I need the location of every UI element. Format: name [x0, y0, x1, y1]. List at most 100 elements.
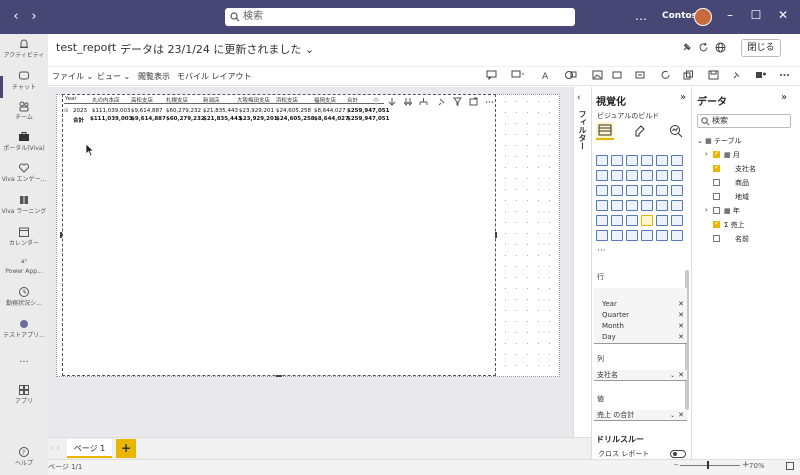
field-checkbox[interactable]: [713, 235, 720, 242]
narrative-visual-icon[interactable]: [641, 230, 653, 241]
treemap-visual-icon[interactable]: [671, 185, 683, 196]
resize-handle-right[interactable]: [495, 232, 497, 238]
file-menu[interactable]: ファイル ⌄: [52, 71, 93, 82]
tab-scroll-left-icon[interactable]: ‹: [50, 444, 53, 452]
more-visuals-icon[interactable]: ···: [597, 246, 606, 256]
field-item[interactable]: ▦ 月: [724, 150, 740, 160]
rail-item-teams[interactable]: チーム: [0, 100, 48, 122]
refresh-status-dropdown[interactable]: データは 23/1/24 に更新されました ⌄: [120, 41, 314, 57]
field-checkbox[interactable]: [713, 193, 720, 200]
r-visual-visual-icon[interactable]: [656, 215, 668, 226]
filter-pane-label[interactable]: フィルター: [577, 110, 588, 150]
rows-sub-field[interactable]: Day ✕: [594, 332, 687, 343]
resize-handle-left[interactable]: [60, 232, 62, 238]
stacked-column-visual-icon[interactable]: [626, 155, 638, 166]
matrix-visual-icon[interactable]: [641, 215, 653, 226]
collapse-viz-icon[interactable]: »: [680, 92, 686, 103]
refresh-icon[interactable]: [698, 42, 709, 53]
view-menu[interactable]: ビュー ⌄: [97, 71, 130, 82]
expand-icon[interactable]: ⊞: [64, 108, 69, 114]
duplicate-icon[interactable]: [683, 70, 694, 80]
minimize-button[interactable]: –: [722, 8, 738, 22]
drill-up-icon[interactable]: [372, 97, 380, 106]
rail-item-calendar[interactable]: カレンダー: [0, 226, 48, 248]
table-node[interactable]: ⌄ ▦ テーブル: [697, 136, 742, 146]
fit-page-icon[interactable]: [786, 462, 794, 470]
ribbon-more-icon[interactable]: [779, 70, 790, 80]
analytics-icon[interactable]: [669, 124, 683, 138]
text-icon[interactable]: A: [541, 70, 552, 80]
rail-item-viva-engage[interactable]: Viva エンゲー...: [0, 162, 48, 184]
comment-icon[interactable]: [486, 70, 497, 80]
search-input[interactable]: 検索: [225, 8, 575, 26]
pin-icon[interactable]: [681, 42, 692, 53]
col-header-hamamatsu[interactable]: 浜松支店: [276, 96, 298, 104]
rail-item-chat[interactable]: チャット: [0, 70, 48, 92]
line-column-visual-icon[interactable]: [641, 170, 653, 181]
rail-item-help[interactable]: ? ヘルプ: [0, 446, 48, 468]
expand-field-icon[interactable]: ›: [705, 150, 708, 158]
area-visual-icon[interactable]: [611, 170, 623, 181]
columns-field[interactable]: 支社名 ⌄ ✕: [594, 370, 687, 381]
qa-visual-icon[interactable]: [626, 230, 638, 241]
rail-item-apps[interactable]: アプリ: [0, 384, 48, 406]
drill-down-icon[interactable]: [388, 97, 396, 106]
next-level-icon[interactable]: [404, 97, 412, 106]
rail-item-portal[interactable]: ポータル(Viva): [0, 131, 48, 153]
matrix-visual[interactable]: [62, 94, 496, 376]
map-visual-icon[interactable]: [596, 200, 608, 211]
field-checkbox[interactable]: [713, 149, 720, 158]
save-icon[interactable]: [708, 70, 719, 80]
reload-icon[interactable]: [660, 70, 671, 80]
clustered-bar-visual-icon[interactable]: [611, 155, 623, 166]
pin-visual-header-icon[interactable]: [437, 97, 446, 106]
decomp-tree-visual-icon[interactable]: [611, 230, 623, 241]
more-options-button[interactable]: …: [635, 9, 647, 23]
field-item[interactable]: 地域: [735, 192, 749, 202]
100-bar-visual-icon[interactable]: [656, 155, 668, 166]
donut-visual-icon[interactable]: [656, 185, 668, 196]
globe-icon[interactable]: [715, 42, 726, 53]
field-checkbox[interactable]: [713, 219, 720, 228]
col-header-year[interactable]: Year: [65, 96, 77, 102]
back-button[interactable]: ‹: [8, 9, 24, 25]
rows-sub-field[interactable]: Month ✕: [594, 321, 687, 332]
data-search-input[interactable]: 検索: [697, 114, 791, 128]
forward-button[interactable]: ›: [26, 9, 42, 25]
pin-visual-icon[interactable]: [731, 70, 742, 80]
line-stacked-visual-icon[interactable]: [656, 170, 668, 181]
line-visual-icon[interactable]: [596, 170, 608, 181]
col-header-takamatsu[interactable]: 高松支店: [131, 96, 153, 104]
python-visual-visual-icon[interactable]: [671, 215, 683, 226]
rail-item-attendance[interactable]: 勤務状況シ...: [0, 286, 48, 308]
image-icon[interactable]: [592, 70, 603, 80]
add-page-button[interactable]: +: [116, 439, 136, 458]
col-header-sapporo[interactable]: 札幌支店: [166, 96, 188, 104]
col-header-marunouchi[interactable]: 丸の内本店: [92, 96, 120, 104]
rail-item-viva-learning[interactable]: Viva ラーニング: [0, 194, 48, 216]
expand-field-icon[interactable]: ›: [705, 206, 708, 214]
tab-page-1[interactable]: ページ 1: [67, 439, 112, 458]
rows-sub-field[interactable]: Year ✕: [594, 299, 687, 310]
field-checkbox[interactable]: [713, 207, 720, 214]
pie-visual-icon[interactable]: [641, 185, 653, 196]
multirow-card-visual-icon[interactable]: [671, 200, 683, 211]
field-item[interactable]: 商品: [735, 178, 749, 188]
field-item[interactable]: 支社名: [735, 164, 756, 174]
subscribe-icon[interactable]: [511, 70, 525, 80]
expand-filter-icon[interactable]: ‹: [577, 93, 581, 103]
rail-item-test-app[interactable]: テストアプリ...: [0, 318, 48, 340]
avatar[interactable]: [694, 8, 712, 26]
shapes-icon[interactable]: [564, 70, 580, 80]
stacked-area-visual-icon[interactable]: [626, 170, 638, 181]
teams-share-icon[interactable]: [755, 70, 767, 80]
clustered-column-visual-icon[interactable]: [641, 155, 653, 166]
scatter-visual-icon[interactable]: [626, 185, 638, 196]
col-header-niigata[interactable]: 新潟店: [203, 96, 220, 104]
table-visual-icon[interactable]: [626, 215, 638, 226]
key-influencers-visual-icon[interactable]: [596, 230, 608, 241]
rail-item-activity[interactable]: アクティビティ: [0, 38, 48, 60]
close-report-button[interactable]: 閉じる: [741, 39, 781, 57]
format-brush-icon[interactable]: [633, 124, 647, 138]
waterfall-visual-icon[interactable]: [596, 185, 608, 196]
